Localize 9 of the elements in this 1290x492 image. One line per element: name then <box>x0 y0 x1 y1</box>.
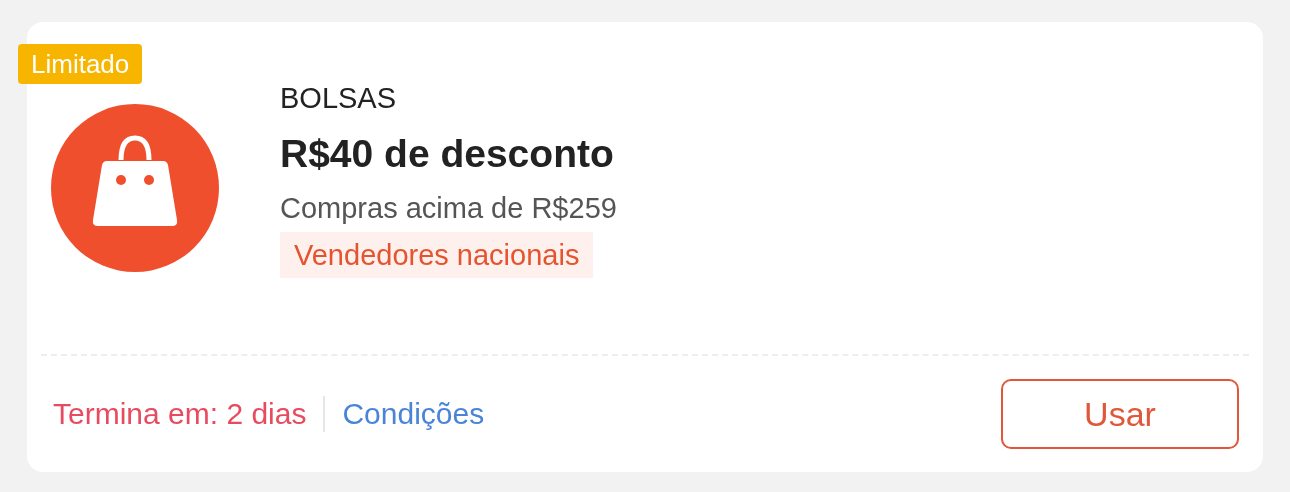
use-button[interactable]: Usar <box>1001 379 1239 449</box>
terms-link[interactable]: Condições <box>342 397 485 431</box>
category-label: BOLSAS <box>280 81 398 116</box>
limited-badge: Limitado <box>18 44 143 84</box>
discount-title: R$40 de desconto <box>280 131 615 177</box>
expiry-text: Termina em: 2 dias <box>53 397 307 431</box>
minimum-purchase-text: Compras acima de R$259 <box>280 191 617 226</box>
seller-tag: Vendedores nacionais <box>280 232 594 278</box>
handbag-icon <box>51 104 219 272</box>
